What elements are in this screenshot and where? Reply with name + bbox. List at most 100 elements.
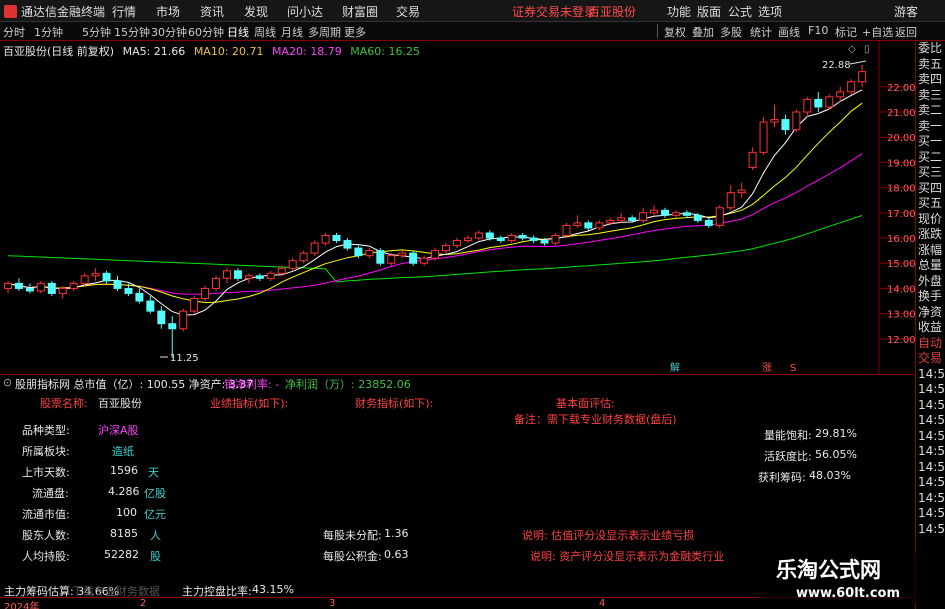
marker-s: S <box>790 363 796 374</box>
row-label: 流通市值: <box>22 508 70 521</box>
row-value: 8185 <box>110 527 138 540</box>
period-5min[interactable]: 5分钟 <box>82 24 111 40</box>
candle-body <box>102 272 111 282</box>
reserve-label: 每股公积金: <box>323 550 382 563</box>
candle <box>442 243 450 254</box>
candle <box>365 248 374 259</box>
performance-title: 业绩指标(如下): <box>210 397 289 410</box>
candle-body <box>737 189 746 194</box>
price-tick-label: 16.00 <box>887 234 915 245</box>
candle <box>146 295 155 314</box>
period-multi[interactable]: 多周期 <box>308 24 341 40</box>
candle-body <box>431 250 440 259</box>
reserve-value: 0.63 <box>384 548 409 561</box>
net-profit: 净利润（万）: 23852.06 <box>285 378 411 391</box>
period-tick[interactable]: 分时 <box>3 24 25 40</box>
candle <box>244 273 253 284</box>
period-daily[interactable]: 日线 <box>227 24 249 40</box>
candle <box>25 283 34 294</box>
quote-panel-label: 14:56 <box>918 444 945 458</box>
overlay-button[interactable]: 叠加 <box>692 24 714 40</box>
multi-stock-button[interactable]: 多股 <box>720 24 742 40</box>
period-weekly[interactable]: 周线 <box>254 24 276 40</box>
candle <box>223 268 231 284</box>
menu-discover[interactable]: 发现 <box>244 3 268 20</box>
stat-label: 获利筹码: <box>758 471 806 484</box>
ma60-value: MA60: 16.25 <box>350 45 420 58</box>
candle <box>825 94 834 110</box>
stats-button[interactable]: 统计 <box>750 24 772 40</box>
candle-body <box>4 282 12 289</box>
quote-panel-label: 买二 <box>918 149 943 164</box>
back-button[interactable]: 返回 <box>895 24 917 40</box>
period-15min[interactable]: 15分钟 <box>114 24 150 40</box>
candle <box>814 91 823 113</box>
candle-body <box>474 232 483 239</box>
mark-button[interactable]: 标记 <box>835 24 857 40</box>
candle <box>420 255 429 266</box>
candle <box>376 248 385 266</box>
candle-body <box>179 310 188 330</box>
menu-news[interactable]: 资讯 <box>200 3 224 20</box>
menu-ask-xiaoda[interactable]: 问小达 <box>287 3 323 20</box>
menu-trade[interactable]: 交易 <box>396 3 420 20</box>
candle-body <box>244 275 253 279</box>
candle <box>748 147 757 170</box>
quote-panel-label: 14:56 <box>918 428 945 443</box>
ma20-value: MA20: 18.79 <box>272 45 342 58</box>
period-monthly[interactable]: 月线 <box>281 24 303 40</box>
candle-body <box>726 192 735 209</box>
candle <box>321 232 330 246</box>
candle-body <box>650 209 659 214</box>
adjust-button[interactable]: 复权 <box>664 24 686 40</box>
candle <box>792 109 801 133</box>
indicator-header: 股朋指标网 总市值（亿）: 100.55 净资产: 3.37 <box>15 378 254 391</box>
row-value: 造纸 <box>112 445 134 458</box>
quote-panel-label: 现价 <box>918 211 943 226</box>
stock-name-title: 股票名称: <box>40 397 88 410</box>
price-tick-label: 20.00 <box>887 133 915 144</box>
price-tick-label: 19.00 <box>887 158 915 169</box>
menu-function[interactable]: 功能 <box>667 3 691 20</box>
candle-body <box>36 282 45 292</box>
menu-options[interactable]: 选项 <box>758 3 782 20</box>
menu-layout[interactable]: 版面 <box>697 3 721 20</box>
period-1min[interactable]: 1分钟 <box>34 24 63 40</box>
candle-body <box>255 275 264 279</box>
row-value: 100 <box>116 506 137 519</box>
period-60min[interactable]: 60分钟 <box>188 24 224 40</box>
row-label: 所属板块: <box>22 445 70 458</box>
period-more[interactable]: 更多 <box>344 24 366 40</box>
menu-formula[interactable]: 公式 <box>728 3 752 20</box>
row-value: 4.286 <box>108 485 140 498</box>
add-watchlist-button[interactable]: +自选 <box>862 24 893 40</box>
candle-body <box>420 257 429 264</box>
collapse-icon[interactable]: ⊙ <box>3 376 12 389</box>
watermark-name: 乐淘公式网 <box>776 558 881 582</box>
kline-svg[interactable]: 22.00 21.00 20.00 19.00 18.00 17.00 16.00 15.00… <box>0 41 915 374</box>
kline-chart[interactable]: 22.00 21.00 20.00 19.00 18.00 17.00 16.00 15.00… <box>0 41 915 374</box>
row-value: 沪深A股 <box>98 424 139 437</box>
menu-quotes[interactable]: 行情 <box>112 3 136 20</box>
candle <box>474 230 483 241</box>
menu-wealth-circle[interactable]: 财富圈 <box>342 3 378 20</box>
candle-body <box>540 240 549 244</box>
f10-button[interactable]: F10 <box>808 24 828 37</box>
candle <box>266 270 275 281</box>
menu-market[interactable]: 市场 <box>156 3 180 20</box>
current-stock-label: 百亚股份 <box>588 5 637 19</box>
price-tick-label: 22.00 <box>887 83 915 94</box>
row-unit: 股 <box>150 550 161 563</box>
candle-body <box>463 237 472 242</box>
candle <box>551 232 560 246</box>
candle <box>113 275 122 291</box>
candle <box>573 215 582 228</box>
user-label[interactable]: 游客 <box>894 3 918 20</box>
candle-body <box>518 235 527 239</box>
time-label: 2 <box>140 598 147 609</box>
period-30min[interactable]: 30分钟 <box>151 24 187 40</box>
candle <box>168 316 177 358</box>
draw-line-button[interactable]: 画线 <box>778 24 800 40</box>
candle-body <box>792 111 801 131</box>
login-status[interactable]: 证券交易未登录 <box>512 3 596 20</box>
